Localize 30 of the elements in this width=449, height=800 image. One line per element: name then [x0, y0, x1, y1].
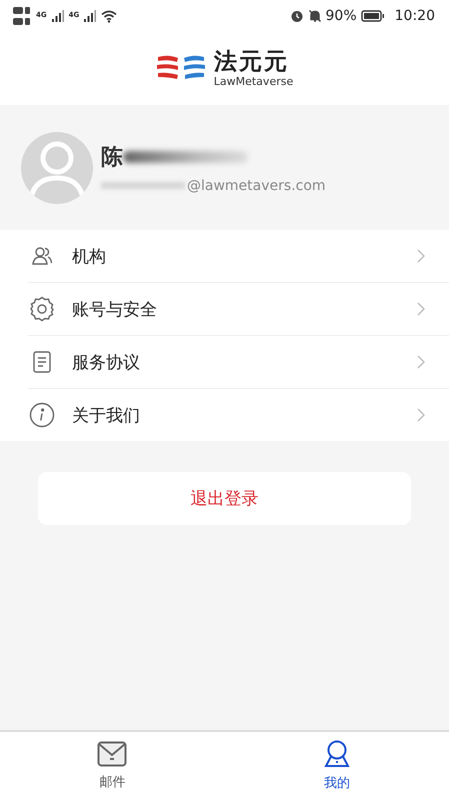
- logo-subtitle: LawMetaverse: [214, 76, 294, 86]
- battery-percent: 90%: [326, 8, 357, 24]
- menu-item[interactable]: 服务协议: [28, 336, 449, 389]
- tab[interactable]: 我的: [324, 740, 350, 792]
- document-icon: [32, 350, 52, 374]
- chevron-right-icon: [417, 249, 425, 263]
- sim-icon: [12, 5, 32, 27]
- logo-title: 法元元: [214, 50, 290, 74]
- alarm-icon: [290, 9, 304, 23]
- user-email: @lawmetavers.com: [187, 178, 326, 194]
- info-icon: [29, 402, 55, 428]
- menu-item[interactable]: 关于我们: [28, 389, 449, 441]
- menu-item[interactable]: 机构: [28, 230, 449, 283]
- clock-time: 10:20: [394, 8, 435, 24]
- avatar-icon: [21, 132, 93, 204]
- signal-icon: [83, 9, 98, 23]
- menu-item[interactable]: 账号与安全: [28, 283, 449, 336]
- user-name: 陈: [101, 144, 123, 172]
- muted-bell-icon: [308, 9, 322, 23]
- chevron-right-icon: [417, 408, 425, 422]
- person-icon: [324, 740, 350, 768]
- signal-icon: [50, 9, 65, 23]
- settings-icon: [29, 296, 55, 322]
- mail-icon: [97, 741, 128, 767]
- battery-icon: [360, 10, 385, 22]
- wifi-icon: [101, 10, 118, 22]
- logout-button[interactable]: 退出登录: [38, 472, 411, 525]
- chevron-right-icon: [417, 355, 425, 369]
- chevron-right-icon: [417, 302, 425, 316]
- tab[interactable]: 邮件: [97, 741, 128, 791]
